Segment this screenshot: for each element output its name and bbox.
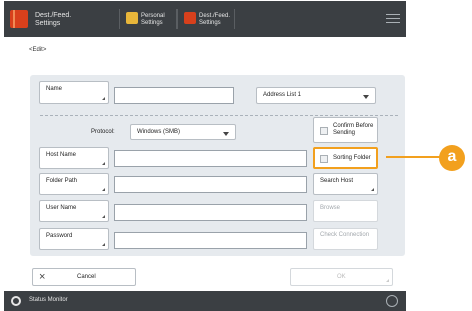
status-monitor-icon[interactable] [11, 296, 21, 306]
menu-icon [386, 14, 400, 15]
search-host-button[interactable]: Search Host [313, 173, 378, 195]
password-button[interactable]: Password [39, 228, 109, 250]
user-name-field[interactable] [114, 204, 307, 221]
screen: Dest./Feed. Settings Personal Settings D… [0, 0, 472, 311]
protocol-label: Protocol: [91, 129, 115, 135]
status-monitor-label[interactable]: Status Monitor [29, 297, 68, 303]
personal-settings-icon [126, 12, 138, 24]
status-bar: Status Monitor [4, 291, 406, 311]
edit-back-link[interactable]: <Edit> [29, 47, 46, 53]
address-list-value: Address List 1 [263, 92, 302, 98]
name-button-label: Name [46, 86, 63, 92]
menu-button[interactable] [386, 11, 400, 25]
address-list-select[interactable]: Address List 1 [256, 87, 376, 104]
energy-saver-icon[interactable] [386, 295, 398, 307]
protocol-value: Windows (SMB) [137, 129, 181, 135]
callout-badge: a [439, 145, 465, 171]
sorting-folder-button[interactable]: Sorting Folder [313, 147, 378, 169]
app-title: Dest./Feed. Settings [35, 12, 72, 27]
folder-path-button[interactable]: Folder Path [39, 173, 109, 195]
address-book-icon [10, 10, 28, 28]
confirm-before-sending-button[interactable]: Confirm Before Sending [313, 117, 378, 143]
close-icon: × [39, 271, 46, 283]
corner-triangle-icon [386, 279, 389, 282]
password-field[interactable] [114, 232, 307, 249]
host-name-field[interactable] [114, 150, 307, 167]
chevron-down-icon [223, 132, 229, 136]
host-name-button[interactable]: Host Name [39, 147, 109, 169]
destination-form: Name Address List 1 Protocol: Windows (S… [30, 75, 405, 256]
checkbox-icon [320, 155, 328, 163]
name-field[interactable] [114, 87, 234, 104]
tab-personal-settings-label: Personal Settings [141, 13, 165, 26]
user-name-button[interactable]: User Name [39, 200, 109, 222]
top-bar: Dest./Feed. Settings Personal Settings D… [4, 1, 406, 37]
cancel-button[interactable]: × Cancel [32, 268, 136, 286]
folder-path-field[interactable] [114, 176, 307, 193]
tab-dest-feed-label: Dest./Feed. Settings [199, 13, 231, 26]
dest-feed-icon [184, 12, 196, 24]
chevron-down-icon [363, 95, 369, 99]
tab-dest-feed-settings[interactable]: Dest./Feed. Settings [177, 9, 235, 29]
browse-button[interactable]: Browse [313, 200, 378, 222]
checkbox-icon [320, 127, 328, 135]
divider [40, 115, 398, 116]
protocol-select[interactable]: Windows (SMB) [130, 124, 236, 140]
device-panel: Dest./Feed. Settings Personal Settings D… [4, 1, 406, 311]
tab-personal-settings[interactable]: Personal Settings [119, 9, 177, 29]
name-button[interactable]: Name [39, 81, 109, 104]
check-connection-button[interactable]: Check Connection [313, 228, 378, 250]
ok-button[interactable]: OK [290, 268, 393, 286]
